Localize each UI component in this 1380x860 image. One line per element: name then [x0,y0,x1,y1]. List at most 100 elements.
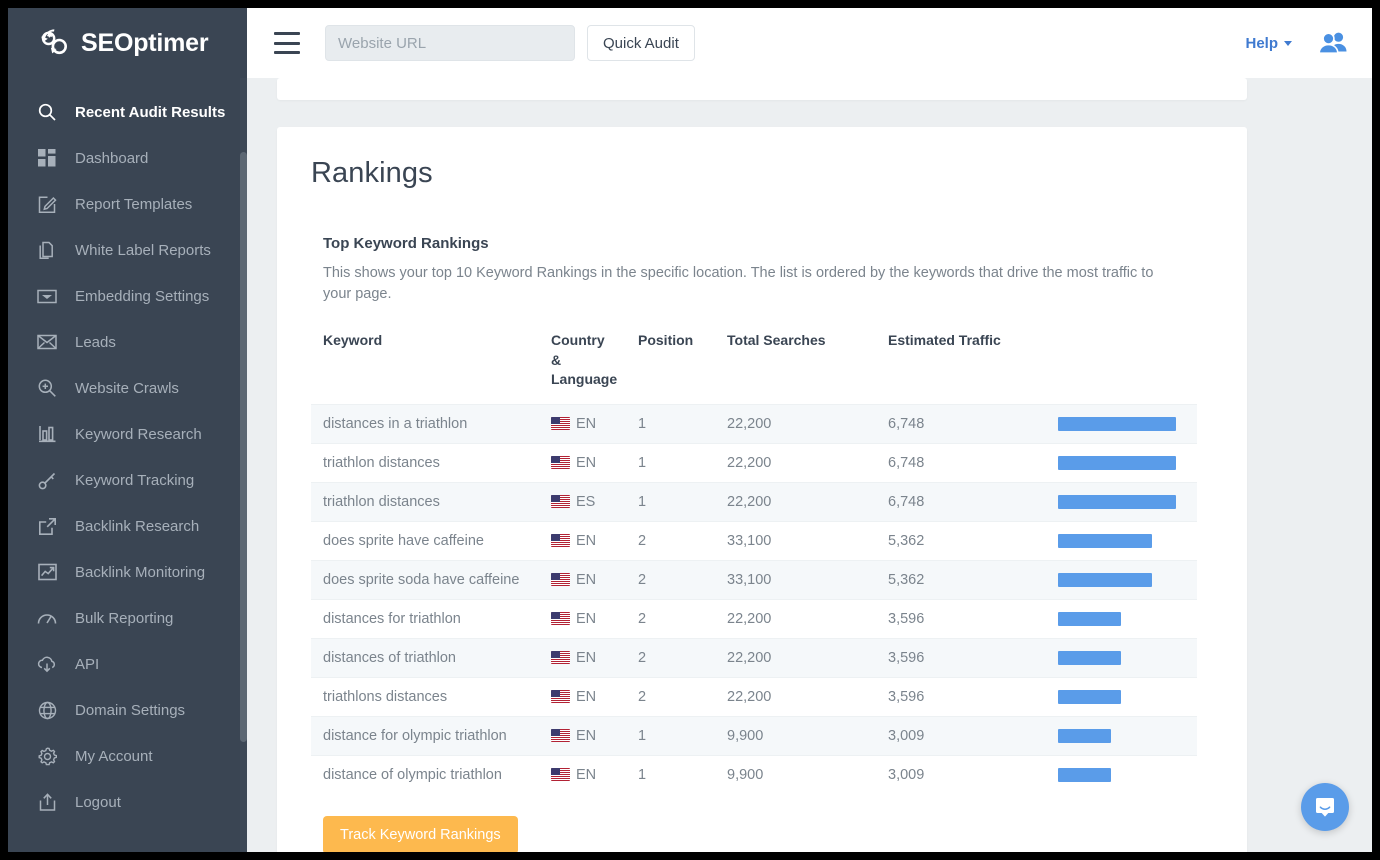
track-keyword-rankings-button[interactable]: Track Keyword Rankings [323,816,518,852]
cell-traffic-bar [1046,638,1197,677]
cell-estimated-traffic: 5,362 [876,521,1046,560]
sidebar-item-leads[interactable]: Leads [8,319,247,365]
table-row[interactable]: triathlons distancesEN222,2003,596 [311,677,1197,716]
us-flag-icon [551,612,570,625]
cell-position: 1 [626,404,715,443]
content-scroll-area[interactable]: Rankings Top Keyword Rankings This shows… [247,78,1372,852]
table-row[interactable]: distance for olympic triathlonEN19,9003,… [311,716,1197,755]
us-flag-icon [551,417,570,430]
website-url-input[interactable] [325,25,575,61]
language-code: ES [576,494,595,510]
cell-total-searches: 9,900 [715,716,876,755]
cell-keyword: distance of olympic triathlon [311,755,539,794]
traffic-bar [1058,768,1111,782]
cell-country-language: EN [539,755,626,794]
table-row[interactable]: triathlon distancesEN122,2006,748 [311,443,1197,482]
language-code: EN [576,572,596,588]
traffic-bar [1058,612,1121,626]
sidebar-item-label: My Account [75,748,153,765]
table-row[interactable]: does sprite have caffeineEN233,1005,362 [311,521,1197,560]
sidebar-item-website-crawls[interactable]: Website Crawls [8,365,247,411]
dashboard-grid-icon [36,147,58,169]
cell-total-searches: 33,100 [715,560,876,599]
intercom-chat-launcher[interactable] [1301,783,1349,831]
sidebar-item-api[interactable]: API [8,641,247,687]
sidebar-item-white-label-reports[interactable]: White Label Reports [8,227,247,273]
cell-country-language: EN [539,521,626,560]
us-flag-icon [551,768,570,781]
documents-icon [36,239,58,261]
line-chart-icon [36,561,58,583]
sidebar-item-label: Keyword Research [75,426,202,443]
sidebar-item-keyword-tracking[interactable]: Keyword Tracking [8,457,247,503]
brand-logo[interactable]: SEOptimer [8,8,247,78]
sidebar-item-backlink-monitoring[interactable]: Backlink Monitoring [8,549,247,595]
sidebar-item-logout[interactable]: Logout [8,779,247,825]
table-body: distances in a triathlonEN122,2006,748tr… [311,404,1197,794]
sidebar-scrollbar-thumb[interactable] [240,152,247,742]
users-avatar-icon[interactable] [1318,31,1348,55]
cell-position: 1 [626,482,715,521]
column-header-position: Position [626,331,715,404]
sidebar-item-label: Backlink Research [75,518,199,535]
main-pane: Quick Audit Help [247,8,1372,852]
cell-country-language: ES [539,482,626,521]
keyword-rankings-table: Keyword Country & Language Position Tota… [311,331,1197,794]
sidebar-item-label: API [75,656,99,673]
cell-total-searches: 22,200 [715,677,876,716]
table-row[interactable]: distances of triathlonEN222,2003,596 [311,638,1197,677]
help-dropdown[interactable]: Help [1245,35,1292,52]
sidebar-item-embedding-settings[interactable]: Embedding Settings [8,273,247,319]
cell-country-language: EN [539,638,626,677]
cell-total-searches: 22,200 [715,404,876,443]
cell-country-language: EN [539,443,626,482]
cell-keyword: distances for triathlon [311,599,539,638]
hamburger-icon[interactable] [274,32,300,54]
sidebar-item-keyword-research[interactable]: Keyword Research [8,411,247,457]
language-code: EN [576,767,596,783]
content-column: Rankings Top Keyword Rankings This shows… [277,78,1247,852]
table-header-row: Keyword Country & Language Position Tota… [311,331,1197,404]
language-code: EN [576,416,596,432]
sidebar-scrollbar-track[interactable] [240,78,247,852]
sidebar-item-domain-settings[interactable]: Domain Settings [8,687,247,733]
table-row[interactable]: triathlon distancesES122,2006,748 [311,482,1197,521]
table-row[interactable]: distance of olympic triathlonEN19,9003,0… [311,755,1197,794]
sidebar-item-label: Website Crawls [75,380,179,397]
cell-position: 1 [626,755,715,794]
language-code: EN [576,689,596,705]
sidebar-item-report-templates[interactable]: Report Templates [8,181,247,227]
quick-audit-button[interactable]: Quick Audit [587,25,695,61]
globe-icon [36,699,58,721]
us-flag-icon [551,651,570,664]
cell-keyword: triathlon distances [311,443,539,482]
cell-keyword: triathlon distances [311,482,539,521]
sidebar-item-dashboard[interactable]: Dashboard [8,135,247,181]
cell-estimated-traffic: 6,748 [876,404,1046,443]
language-code: EN [576,533,596,549]
cell-total-searches: 22,200 [715,599,876,638]
sidebar-nav: Recent Audit Results Dashboard Report Te… [8,78,247,825]
rankings-card: Rankings Top Keyword Rankings This shows… [277,127,1247,852]
bar-chart-icon [36,423,58,445]
sidebar-item-backlink-research[interactable]: Backlink Research [8,503,247,549]
traffic-bar [1058,651,1121,665]
cell-estimated-traffic: 6,748 [876,443,1046,482]
sidebar-item-my-account[interactable]: My Account [8,733,247,779]
sidebar-item-bulk-reporting[interactable]: Bulk Reporting [8,595,247,641]
intercom-chat-icon [1313,795,1337,819]
us-flag-icon [551,690,570,703]
cell-traffic-bar [1046,599,1197,638]
cell-position: 2 [626,599,715,638]
sidebar-item-recent-audit-results[interactable]: Recent Audit Results [8,89,247,135]
cell-position: 2 [626,521,715,560]
cell-country-language: EN [539,560,626,599]
table-row[interactable]: distances for triathlonEN222,2003,596 [311,599,1197,638]
table-row[interactable]: does sprite soda have caffeineEN233,1005… [311,560,1197,599]
chevron-down-icon [1284,41,1292,46]
envelope-icon [36,331,58,353]
traffic-bar [1058,534,1152,548]
traffic-bar [1058,417,1176,431]
cell-traffic-bar [1046,404,1197,443]
table-row[interactable]: distances in a triathlonEN122,2006,748 [311,404,1197,443]
